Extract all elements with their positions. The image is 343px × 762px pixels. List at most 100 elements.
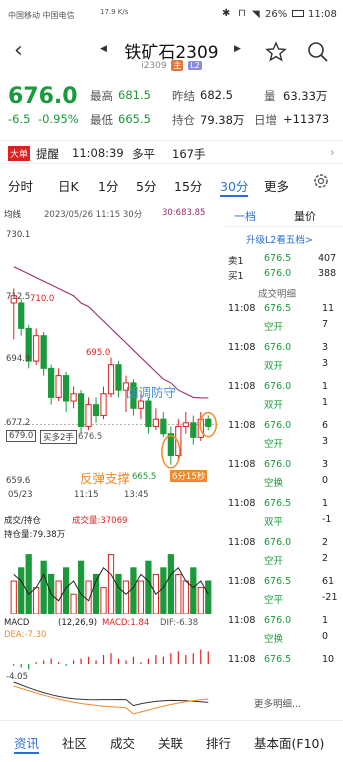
candle-body: [137, 400, 145, 409]
volume-value: 成交量:37069: [72, 516, 128, 526]
candle-body: [107, 364, 115, 395]
macd-label[interactable]: MACD: [4, 618, 29, 628]
countdown: 6分15秒: [170, 470, 208, 482]
volume-bar: [25, 554, 32, 614]
trade-qty: 6: [322, 420, 329, 431]
low-label: 665.5: [132, 472, 157, 482]
star-icon[interactable]: [264, 40, 288, 64]
tab-related[interactable]: 关联: [158, 733, 183, 752]
battery-level: 26%: [265, 9, 288, 20]
tab-level1[interactable]: 一档: [234, 208, 256, 224]
volume-bar: [137, 580, 145, 614]
settings-gear-icon[interactable]: [312, 172, 330, 190]
trade-qty: 61: [322, 576, 335, 587]
more-details-link[interactable]: 更多明细...: [254, 696, 301, 710]
x-tick: 11:15: [74, 490, 99, 500]
clock: 11:08: [308, 9, 337, 20]
tab-5min[interactable]: 5分: [136, 176, 156, 195]
change: -6.5: [8, 112, 31, 126]
candle-body: [48, 367, 55, 398]
cursor-order: 买多2手: [40, 430, 77, 444]
candle-body: [18, 302, 25, 329]
trade-time: 11:08: [228, 459, 256, 470]
candle-body: [115, 364, 122, 391]
trade-oi-delta: 2: [322, 553, 329, 564]
tab-volume-price[interactable]: 量价: [294, 208, 316, 224]
next-contract-icon[interactable]: ▶: [234, 44, 241, 54]
trade-row-detail: [224, 669, 343, 684]
candle-body: [92, 404, 100, 417]
trade-type: 空开: [264, 556, 284, 567]
tab-fundamentals[interactable]: 基本面(F10): [254, 733, 324, 752]
volume-bar: [70, 593, 77, 614]
candle-body: [70, 393, 77, 402]
trade-oi-delta: 3: [322, 436, 329, 447]
trade-time: 11:08: [228, 576, 256, 587]
trade-time: 11:08: [228, 381, 256, 392]
macd-params: (12,26,9): [58, 618, 98, 628]
period-tabs: 分时 日K 1分 5分 15分 30分 更多: [0, 170, 343, 198]
ask-price: 676.5: [264, 253, 292, 264]
tab-timeshare[interactable]: 分时: [8, 176, 33, 195]
trade-time: 11:08: [228, 420, 256, 431]
trade-time: 11:08: [228, 498, 256, 509]
tab-trades[interactable]: 成交: [110, 733, 135, 752]
trade-price: 676.5: [264, 303, 292, 314]
trade-row: 11:08 676.5 1: [224, 497, 343, 512]
vol-value: 63.33万: [283, 89, 328, 103]
candlestick-chart[interactable]: [4, 224, 220, 496]
tab-community[interactable]: 社区: [62, 733, 87, 752]
chevron-right-icon: ›: [330, 145, 335, 159]
annotation-pullback: 回调防守: [126, 385, 177, 400]
bid-qty: 388: [318, 268, 337, 279]
trade-type: 空换: [264, 634, 284, 645]
trade-qty: 3: [322, 459, 329, 470]
tab-news[interactable]: 资讯: [14, 733, 40, 754]
bid-price: 676.0: [264, 268, 292, 279]
header: ‹ ◀ 铁矿石2309 ▶ i2309 主 L2: [0, 34, 343, 80]
trade-qty: 10: [322, 654, 335, 665]
prev-label: 昨结: [172, 89, 195, 103]
tab-15min[interactable]: 15分: [174, 176, 202, 195]
tab-ranking[interactable]: 排行: [206, 733, 231, 752]
trade-row: 11:08 676.5 10: [224, 653, 343, 668]
y-tick: 677.2: [6, 418, 31, 428]
trades-title: 成交明细: [258, 289, 297, 300]
tab-daily[interactable]: 日K: [58, 176, 79, 195]
indicator-select[interactable]: 均线: [4, 208, 21, 220]
trade-time: 11:08: [228, 654, 256, 665]
bid-label: 买1: [228, 271, 244, 282]
candle-body: [77, 393, 85, 427]
trade-price: 676.5: [264, 576, 292, 587]
candle-body: [160, 418, 167, 435]
trade-type: 空开: [264, 322, 284, 333]
wifi-icon: ◥: [252, 9, 260, 20]
high-value: 681.5: [118, 88, 151, 102]
status-bar: 中国移动 中国电信 17.9 K/s ✱ ⊓ ◥ 26% 11:08: [0, 0, 343, 34]
volume-tab[interactable]: 成交/持仓: [4, 514, 41, 526]
trade-row-detail: 空开 2: [224, 552, 343, 567]
high-label: 最高: [90, 89, 113, 103]
candle-body: [62, 375, 70, 402]
tab-more[interactable]: 更多: [264, 176, 289, 195]
tab-1min[interactable]: 1分: [98, 176, 118, 195]
volume-bar: [145, 560, 152, 614]
trade-row-detail: 空平 -21: [224, 591, 343, 606]
candle-body: [33, 335, 40, 362]
contract-code: i2309: [141, 61, 167, 71]
search-icon[interactable]: [306, 40, 330, 64]
tab-30min[interactable]: 30分: [220, 176, 249, 197]
trade-price: 676.5: [264, 654, 292, 665]
bottom-tabs: 资讯 社区 成交 关联 排行 基本面(F10): [0, 720, 343, 762]
trade-price: 676.0: [264, 420, 292, 431]
trade-row-detail: 双开 3: [224, 357, 343, 372]
trade-row-detail: 双平 -1: [224, 513, 343, 528]
y-tick: 694.9: [6, 354, 31, 364]
trade-row: 11:08 676.0 3: [224, 341, 343, 356]
dif-line: [13, 681, 209, 707]
volume-bar: [10, 580, 17, 614]
alert-qty: 167手: [172, 147, 206, 161]
big-order-alert[interactable]: 大单 提醒 11:08:39 多平 167手 ›: [0, 140, 343, 164]
upgrade-link[interactable]: 升级L2看五档>: [246, 232, 313, 246]
y-tick: 659.6: [6, 476, 31, 486]
